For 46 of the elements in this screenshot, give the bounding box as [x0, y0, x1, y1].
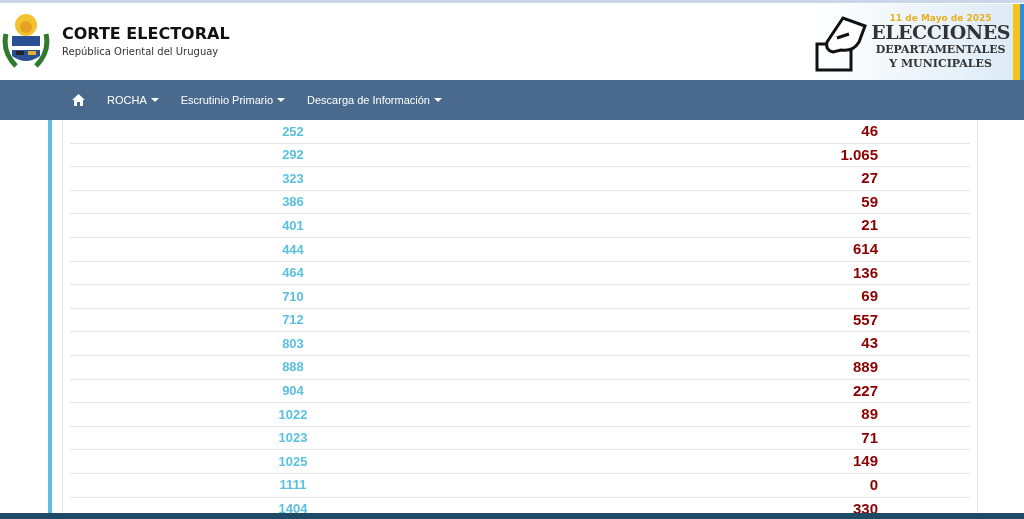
vote-count-cell-text: 27 [860, 168, 878, 189]
list-number-cell-text: 1025 [277, 452, 309, 471]
banner-title: ELECCIONES [871, 23, 1010, 42]
list-number-cell-text: 712 [281, 311, 305, 330]
vote-count-cell-text: 1.065 [839, 144, 878, 165]
list-number-cell-text: 1404 [277, 500, 309, 519]
banner-subtitle: Y MUNICIPALES [889, 58, 992, 69]
vote-count-cell-text: 21 [860, 215, 878, 236]
list-number-cell-text: 888 [281, 358, 305, 377]
caret-icon [150, 98, 159, 102]
list-number-cell-text: 1022 [277, 405, 309, 424]
nav-menu-item[interactable]: Escrutinio Primario [180, 91, 286, 109]
banner-subtitle: DEPARTAMENTALES [875, 44, 1006, 55]
vote-count-cell-text: 89 [860, 404, 878, 425]
list-number-cell-text: 401 [281, 216, 305, 235]
list-number-cell-text: 323 [281, 169, 305, 188]
list-number-cell-text: 444 [281, 240, 305, 259]
list-number-cell-text: 252 [281, 122, 305, 141]
vote-count-cell-text: 0 [868, 474, 878, 495]
vote-count-cell-text: 136 [851, 262, 878, 283]
vote-count-cell-text: 227 [851, 380, 878, 401]
vote-count-cell-text: 46 [860, 121, 878, 142]
caret-icon [277, 98, 286, 102]
vote-count-cell-text: 557 [851, 309, 878, 330]
list-number-cell-text: 386 [281, 193, 305, 212]
vote-count-cell-text: 889 [851, 357, 878, 377]
vote-count-cell-text: 71 [860, 427, 878, 448]
vote-count-cell-text: 59 [860, 191, 878, 212]
site-title: CORTE ELECTORAL [62, 24, 230, 44]
site-subtitle: República Oriental del Uruguay [62, 45, 220, 59]
nav-menu-item[interactable]: Descarga de Información [307, 91, 442, 109]
vote-count-cell-text: 149 [851, 451, 878, 472]
home-icon[interactable] [72, 94, 85, 106]
caret-icon [433, 98, 442, 102]
list-number-cell-text: 904 [281, 382, 305, 401]
list-number-cell-text: 803 [281, 334, 305, 353]
vote-count-cell-text: 43 [860, 333, 878, 354]
list-number-cell-text: 464 [281, 264, 305, 283]
vote-count-cell-text: 69 [860, 286, 878, 307]
nav-menu-item[interactable]: ROCHA [107, 91, 159, 109]
list-number-cell-text: 292 [281, 146, 305, 165]
list-number-cell-text: 1111 [278, 476, 308, 495]
list-number-cell-text: 710 [281, 287, 305, 306]
banner-date: 11 de Mayo de 2025 [889, 14, 992, 23]
vote-count-cell-text: 614 [851, 239, 878, 259]
list-number-cell-text: 1023 [277, 429, 309, 448]
